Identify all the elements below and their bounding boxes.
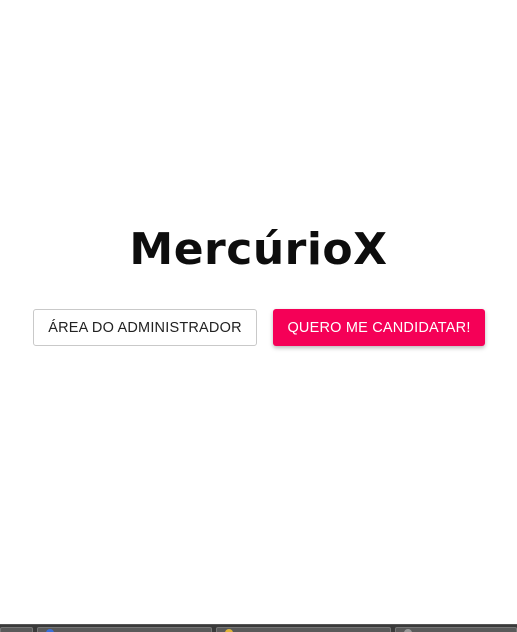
apply-button[interactable]: QUERO ME CANDIDATAR! — [273, 309, 485, 346]
taskbar-item-browser[interactable] — [37, 627, 212, 632]
admin-area-button-label: ÁREA DO ADMINISTRADOR — [48, 319, 242, 336]
taskbar-item-app[interactable] — [0, 627, 33, 632]
landing-page: MercúrioX ÁREA DO ADMINISTRADOR QUERO ME… — [0, 0, 517, 632]
taskbar-item-window[interactable] — [395, 627, 517, 632]
page-title: MercúrioX — [129, 224, 388, 275]
taskbar — [0, 624, 517, 632]
taskbar-item-folder[interactable] — [216, 627, 391, 632]
admin-area-button[interactable]: ÁREA DO ADMINISTRADOR — [33, 309, 257, 346]
apply-button-label: QUERO ME CANDIDATAR! — [287, 319, 471, 336]
